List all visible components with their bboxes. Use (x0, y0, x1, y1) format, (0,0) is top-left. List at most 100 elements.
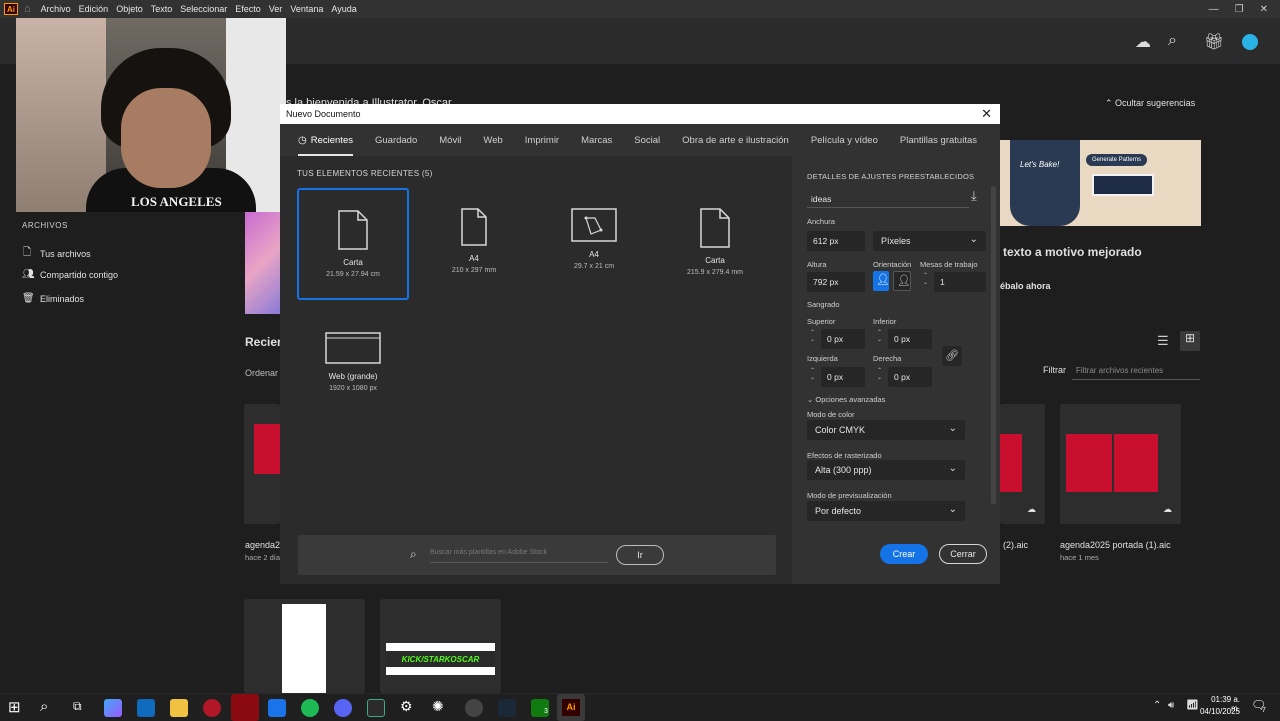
copilot-icon[interactable] (104, 699, 122, 717)
nav-item-eliminados[interactable]: 🗑︎ Eliminados (22, 293, 84, 304)
advanced-options-toggle[interactable]: ⌄ Opciones avanzadas (807, 395, 885, 404)
preview-mode-select[interactable]: Por defecto ⌄ (807, 501, 965, 521)
search-icon[interactable]: ⌕ (1168, 32, 1177, 50)
chatgpt-icon[interactable]: ✺ (432, 698, 444, 715)
file-card[interactable]: ☁ (1060, 404, 1181, 524)
menu-objeto[interactable]: Objeto (116, 4, 143, 14)
spotify-icon[interactable] (301, 699, 319, 717)
tab-social[interactable]: Social (634, 124, 660, 156)
bleed-left-input[interactable]: 0 px (821, 367, 865, 387)
preset-card[interactable]: A4 210 x 297 mm (418, 188, 530, 300)
app-icon[interactable] (367, 699, 385, 717)
link-bleed-icon[interactable]: 🔗︎ (942, 346, 962, 366)
bleed-top-input[interactable]: 0 px (821, 329, 865, 349)
search-icon[interactable]: ⌕ (40, 698, 48, 715)
tab-imprimir[interactable]: Imprimir (525, 124, 559, 156)
hide-suggestions-link[interactable]: ⌃ Ocultar sugerencias (1105, 98, 1195, 109)
tray-chevron-icon[interactable]: ⌃ (1153, 700, 1161, 711)
menu-ventana[interactable]: Ventana (290, 4, 323, 14)
artboards-stepper[interactable]: ⌃ ⌄ (923, 273, 928, 287)
avatar[interactable] (1242, 34, 1258, 50)
width-input[interactable]: 612 px (807, 231, 865, 251)
file-explorer-icon[interactable] (170, 699, 188, 717)
close-dialog-icon[interactable]: ✕ (981, 106, 992, 122)
tab-web[interactable]: Web (483, 124, 502, 156)
settings-icon[interactable]: ⚙ (400, 698, 413, 715)
file-card[interactable] (244, 404, 280, 524)
menu-texto[interactable]: Texto (151, 4, 173, 14)
bleed-bottom-stepper[interactable]: ⌃ ⌄ (877, 330, 882, 344)
bleed-right-stepper[interactable]: ⌃ ⌄ (877, 368, 882, 382)
height-input[interactable]: 792 px (807, 272, 865, 292)
promo-cta[interactable]: ébalo ahora (1000, 281, 1051, 291)
tab-movil[interactable]: Móvil (439, 124, 461, 156)
tab-obra-de-arte[interactable]: Obra de arte e ilustración (682, 124, 789, 156)
cloud-icon[interactable]: ☁ (1135, 32, 1151, 52)
preset-card[interactable]: Web (grande) 1920 x 1080 px (297, 312, 409, 424)
bleed-right-input[interactable]: 0 px (888, 367, 932, 387)
opera-icon[interactable] (231, 694, 259, 721)
list-view-icon[interactable]: ☰ (1157, 333, 1169, 349)
save-preset-icon[interactable]: ⤓ (971, 188, 977, 204)
filter-input[interactable]: Filtrar archivos recientes (1072, 362, 1200, 380)
gift-icon[interactable]: 🎁︎ (1204, 32, 1224, 52)
portrait-button[interactable]: 👤︎ (873, 271, 890, 291)
tab-guardado[interactable]: Guardado (375, 124, 417, 156)
preset-card[interactable]: Carta 21.59 x 27.94 cm (297, 188, 409, 300)
app-icon[interactable] (268, 699, 286, 717)
raster-value: Alta (300 ppp) (815, 465, 872, 475)
menu-efecto[interactable]: Efecto (235, 4, 261, 14)
nav-item-compartido[interactable]: 👥︎ Compartido contigo (22, 269, 118, 280)
color-mode-select[interactable]: Color CMYK ⌄ (807, 420, 965, 440)
menu-ver[interactable]: Ver (269, 4, 283, 14)
grid-view-icon[interactable]: ⊞ (1180, 331, 1200, 351)
obs-icon[interactable] (465, 699, 483, 717)
pattern-preview (1092, 174, 1154, 196)
nav-label: Tus archivos (40, 248, 91, 259)
bleed-left-stepper[interactable]: ⌃ ⌄ (810, 368, 815, 382)
create-button[interactable]: Crear (880, 544, 928, 564)
landscape-button[interactable]: 👤︎ (893, 271, 911, 291)
tutorial-thumbnail[interactable] (245, 212, 280, 314)
menu-seleccionar[interactable]: Seleccionar (180, 4, 227, 14)
tab-pelicula-video[interactable]: Película y vídeo (811, 124, 878, 156)
app-icon[interactable] (203, 699, 221, 717)
file-card[interactable]: KICK/STARKOSCAR (380, 599, 501, 693)
menu-archivo[interactable]: Archivo (41, 4, 71, 14)
sort-label[interactable]: Ordenar (245, 368, 278, 378)
go-button[interactable]: Ir (616, 545, 664, 565)
tab-marcas[interactable]: Marcas (581, 124, 612, 156)
close-window-button[interactable]: ✕ (1260, 4, 1268, 15)
menu-edicion[interactable]: Edición (79, 4, 109, 14)
minimize-button[interactable]: — (1209, 4, 1219, 15)
details-scrollbar[interactable] (991, 186, 996, 504)
units-select[interactable]: Píxeles ⌄ (873, 231, 986, 251)
document-name-input[interactable]: ideas (807, 188, 969, 208)
speaker-icon[interactable]: 🔊︎ (1168, 700, 1174, 711)
maximize-button[interactable]: ❐ (1235, 4, 1244, 15)
file-card[interactable] (244, 599, 365, 693)
file-card[interactable]: ☁ (1000, 404, 1045, 524)
outlook-icon[interactable] (137, 699, 155, 717)
illustrator-logo: Ai (4, 3, 18, 15)
windows-start-icon[interactable]: ⊞ (8, 698, 21, 716)
raster-select[interactable]: Alta (300 ppp) ⌄ (807, 460, 965, 480)
home-icon[interactable]: ⌂ (24, 3, 31, 15)
nav-item-tus-archivos[interactable]: 🗋 Tus archivos (22, 245, 91, 262)
tab-recientes[interactable]: ◷ Recientes (298, 124, 353, 156)
close-button[interactable]: Cerrar (939, 544, 987, 564)
preset-card[interactable]: A4 29.7 x 21 cm (538, 188, 650, 300)
task-view-icon[interactable]: ⧉ (73, 699, 82, 714)
bleed-top-stepper[interactable]: ⌃ ⌄ (810, 330, 815, 344)
clock-date[interactable]: 04/10/2025 (1196, 707, 1240, 716)
bleed-bottom-input[interactable]: 0 px (888, 329, 932, 349)
promo-image[interactable]: Let's Bake! Generate Patterns (1000, 140, 1201, 226)
messenger-icon[interactable] (334, 699, 352, 717)
shirt-text: LOS ANGELES (131, 194, 222, 209)
preset-card[interactable]: Carta 215.9 x 279.4 mm (659, 188, 771, 300)
template-search-input[interactable]: Buscar más plantillas en Adobe Stock (430, 545, 608, 563)
artboards-input[interactable]: 1 (934, 272, 986, 292)
tab-plantillas-gratuitas[interactable]: Plantillas gratuitas (900, 124, 977, 156)
steam-icon[interactable] (498, 699, 516, 717)
menu-ayuda[interactable]: Ayuda (331, 4, 356, 14)
